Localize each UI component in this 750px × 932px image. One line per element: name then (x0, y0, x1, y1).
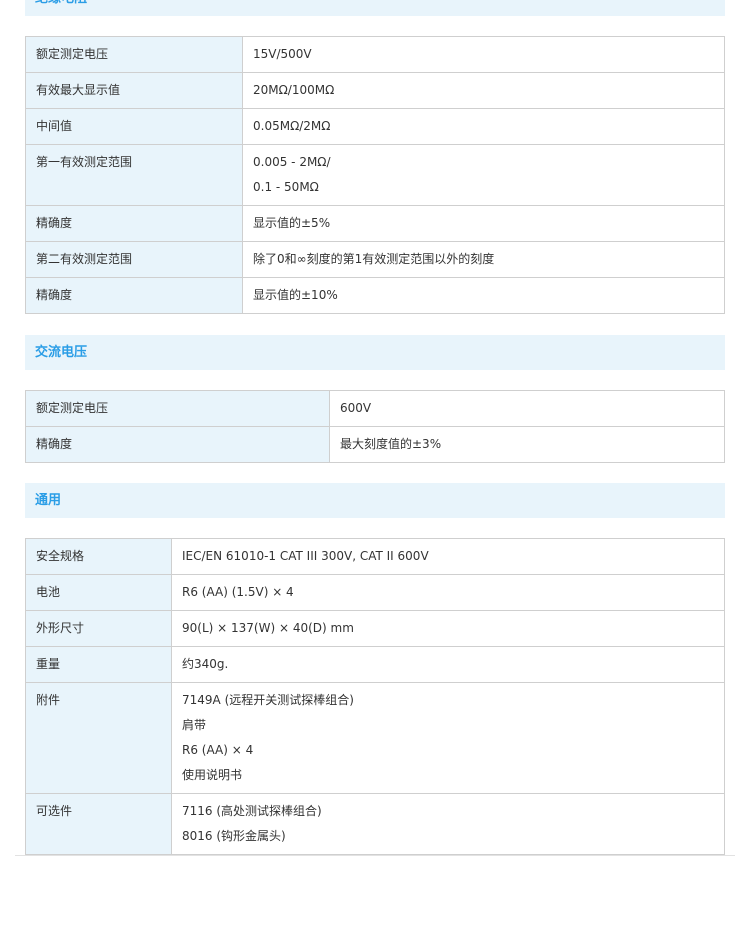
table-row: 中间值 0.05MΩ/2MΩ (25, 108, 725, 145)
table-row: 精确度 最大刻度值的±3% (25, 426, 725, 463)
table-row: 精确度 显示值的±5% (25, 205, 725, 242)
table-row: 重量 约340g. (25, 646, 725, 683)
row-value: 0.005 - 2MΩ/ 0.1 - 50MΩ (242, 144, 725, 206)
row-value: 除了0和∞刻度的第1有效测定范围以外的刻度 (242, 241, 725, 278)
table-row: 第二有效测定范围 除了0和∞刻度的第1有效测定范围以外的刻度 (25, 241, 725, 278)
row-label: 第一有效测定范围 (25, 144, 243, 206)
table-row: 安全规格 IEC/EN 61010-1 CAT III 300V, CAT II… (25, 538, 725, 575)
row-value-line: 7116 (高处测试探棒组合) (182, 804, 322, 818)
row-label: 额定测定电压 (25, 36, 243, 73)
table-row: 额定测定电压 600V (25, 390, 725, 427)
row-label: 电池 (25, 574, 172, 611)
section-title-general: 通用 (25, 483, 725, 518)
row-label: 额定测定电压 (25, 390, 330, 427)
table-row: 有效最大显示值 20MΩ/100MΩ (25, 72, 725, 109)
row-value: 20MΩ/100MΩ (242, 72, 725, 109)
table-row: 精确度 显示值的±10% (25, 277, 725, 314)
ac-voltage-spec-table: 额定测定电压 600V 精确度 最大刻度值的±3% (25, 390, 725, 463)
row-value: IEC/EN 61010-1 CAT III 300V, CAT II 600V (171, 538, 725, 575)
row-label: 中间值 (25, 108, 243, 145)
row-value: 0.05MΩ/2MΩ (242, 108, 725, 145)
insulation-spec-table: 额定测定电压 15V/500V 有效最大显示值 20MΩ/100MΩ 中间值 0… (25, 36, 725, 314)
row-value-line: 使用说明书 (182, 768, 243, 782)
bottom-divider (15, 855, 735, 856)
row-value-line: 肩带 (182, 718, 207, 732)
table-row: 第一有效测定范围 0.005 - 2MΩ/ 0.1 - 50MΩ (25, 144, 725, 206)
row-value: 15V/500V (242, 36, 725, 73)
row-value: 7116 (高处测试探棒组合) 8016 (钩形金属头) (171, 793, 725, 855)
table-row: 附件 7149A (远程开关测试探棒组合) 肩带 R6 (AA) × 4 使用说… (25, 682, 725, 794)
table-row: 额定测定电压 15V/500V (25, 36, 725, 73)
table-row: 电池 R6 (AA) (1.5V) × 4 (25, 574, 725, 611)
section-title-ac-voltage: 交流电压 (25, 335, 725, 370)
row-value: 7149A (远程开关测试探棒组合) 肩带 R6 (AA) × 4 使用说明书 (171, 682, 725, 794)
row-value-line: 0.1 - 50MΩ (253, 180, 319, 194)
row-label: 精确度 (25, 426, 330, 463)
row-value-line: 7149A (远程开关测试探棒组合) (182, 693, 354, 707)
row-value-line: 8016 (钩形金属头) (182, 829, 286, 843)
row-label: 可选件 (25, 793, 172, 855)
table-row: 外形尺寸 90(L) × 137(W) × 40(D) mm (25, 610, 725, 647)
general-spec-table: 安全规格 IEC/EN 61010-1 CAT III 300V, CAT II… (25, 538, 725, 855)
table-row: 可选件 7116 (高处测试探棒组合) 8016 (钩形金属头) (25, 793, 725, 855)
row-label: 精确度 (25, 205, 243, 242)
row-label: 精确度 (25, 277, 243, 314)
row-label: 外形尺寸 (25, 610, 172, 647)
row-value: 最大刻度值的±3% (329, 426, 725, 463)
row-value: 显示值的±10% (242, 277, 725, 314)
section-title-insulation: 绝缘电阻 (25, 0, 725, 16)
row-label: 重量 (25, 646, 172, 683)
row-value-line: 0.005 - 2MΩ/ (253, 155, 331, 169)
row-value: 90(L) × 137(W) × 40(D) mm (171, 610, 725, 647)
row-value: R6 (AA) (1.5V) × 4 (171, 574, 725, 611)
row-label: 有效最大显示值 (25, 72, 243, 109)
row-label: 第二有效测定范围 (25, 241, 243, 278)
row-label: 附件 (25, 682, 172, 794)
row-label: 安全规格 (25, 538, 172, 575)
row-value: 约340g. (171, 646, 725, 683)
row-value: 显示值的±5% (242, 205, 725, 242)
row-value-line: R6 (AA) × 4 (182, 743, 254, 757)
row-value: 600V (329, 390, 725, 427)
